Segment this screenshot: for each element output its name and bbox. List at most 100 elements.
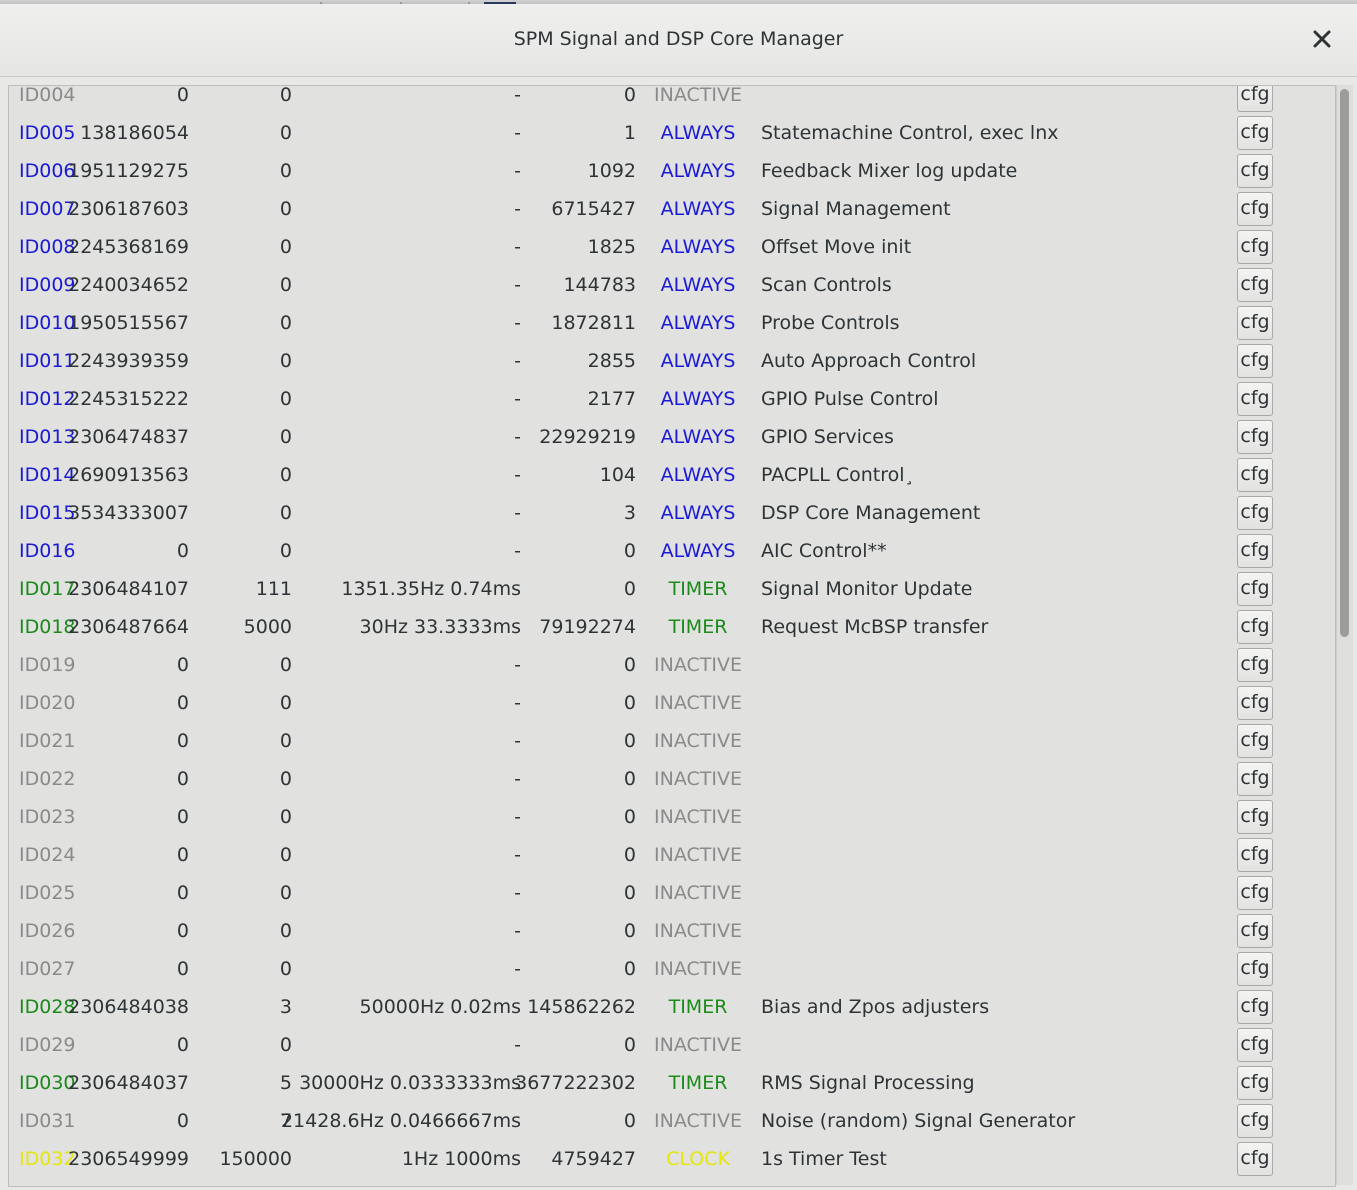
signal-exec-count: 144783 [563,274,636,296]
cfg-button[interactable]: cfg [1237,306,1273,340]
signal-id: ID010 [19,312,76,334]
cfg-button[interactable]: cfg [1237,230,1273,264]
signal-exec-count: 2177 [587,388,636,410]
signal-frequency: - [514,882,521,904]
cfg-button[interactable]: cfg [1237,1142,1273,1176]
signal-mode: ALWAYS [660,502,736,524]
cfg-button[interactable]: cfg [1237,686,1273,720]
cfg-button[interactable]: cfg [1237,496,1273,530]
signal-interval: 0 [279,85,292,106]
cfg-button[interactable]: cfg [1237,762,1273,796]
signal-frequency: - [514,388,521,410]
signal-counter: 2306187603 [68,198,189,220]
signal-interval: 0 [279,692,292,714]
signal-exec-count: 0 [623,1034,636,1056]
signal-description: RMS Signal Processing [761,1072,975,1094]
cfg-button[interactable]: cfg [1237,572,1273,606]
signal-id: ID025 [19,882,76,904]
signal-mode: INACTIVE [654,958,742,980]
signal-description: Noise (random) Signal Generator [761,1110,1076,1132]
signal-frequency: - [514,85,521,106]
cfg-button[interactable]: cfg [1237,914,1273,948]
signal-description: AIC Control** [761,540,887,562]
table-row: ID021 0 0 - 0 INACTIVE cfg [9,722,1335,760]
signal-counter: 1951129275 [68,160,189,182]
cfg-button[interactable]: cfg [1237,154,1273,188]
cfg-button[interactable]: cfg [1237,86,1273,112]
signal-id: ID021 [19,730,76,752]
cfg-button[interactable]: cfg [1237,990,1273,1024]
cfg-button[interactable]: cfg [1237,724,1273,758]
cfg-button[interactable]: cfg [1237,420,1273,454]
signal-exec-count: 22929219 [539,426,636,448]
signal-exec-count: 2855 [587,350,636,372]
cfg-button[interactable]: cfg [1237,1066,1273,1100]
signal-frequency: - [514,692,521,714]
signal-mode: INACTIVE [654,920,742,942]
signal-interval: 0 [279,198,292,220]
signal-mode: ALWAYS [660,540,736,562]
signal-frequency: - [514,920,521,942]
signal-counter: 138186054 [80,122,189,144]
signal-exec-count: 145862262 [527,996,636,1018]
cfg-button[interactable]: cfg [1237,116,1273,150]
cfg-button[interactable]: cfg [1237,344,1273,378]
table-row: ID012 2245315222 0 - 2177 ALWAYS GPIO Pulse Co… [9,380,1335,418]
cfg-button[interactable]: cfg [1237,800,1273,834]
cfg-button[interactable]: cfg [1237,458,1273,492]
cfg-button[interactable]: cfg [1237,268,1273,302]
table-row: ID015 3534333007 0 - 3 ALWAYS DSP Core Managem… [9,494,1335,532]
table-row: ID028 2306484038 3 50000Hz 0.02ms 145862262 T… [9,988,1335,1026]
cfg-button[interactable]: cfg [1237,192,1273,226]
signal-exec-count: 0 [623,958,636,980]
cfg-button[interactable]: cfg [1237,382,1273,416]
signal-frequency: - [514,844,521,866]
signal-frequency: - [514,198,521,220]
signal-mode: INACTIVE [654,768,742,790]
cfg-button[interactable]: cfg [1237,610,1273,644]
signal-counter: 0 [176,654,189,676]
cfg-button[interactable]: cfg [1237,952,1273,986]
signal-exec-count: 0 [623,654,636,676]
close-button[interactable] [1309,26,1335,52]
signal-id: ID031 [19,1110,76,1132]
signal-exec-count: 1825 [587,236,636,258]
signal-frequency: - [514,502,521,524]
signal-frequency: - [514,540,521,562]
signal-id: ID012 [19,388,76,410]
dialog-window: SPM Signal and DSP Core Manager ID004 0 0 -… [0,0,1357,1190]
signal-description: PACPLL Control¸ [761,464,915,486]
cfg-button[interactable]: cfg [1237,648,1273,682]
table-row: ID030 2306484037 5 30000Hz 0.0333333ms 36772… [9,1064,1335,1102]
signal-description: Statemachine Control, exec lnx [761,122,1059,144]
signal-frequency: - [514,426,521,448]
signal-frequency: - [514,350,521,372]
signal-mode: TIMER [668,996,728,1018]
cfg-button[interactable]: cfg [1237,534,1273,568]
signal-id: ID013 [19,426,76,448]
signal-mode: TIMER [668,578,728,600]
signal-exec-count: 79192274 [539,616,636,638]
signal-mode: INACTIVE [654,844,742,866]
scrollbar-thumb[interactable] [1340,89,1349,637]
signal-id: ID005 [19,122,76,144]
signal-counter: 2306549999 [68,1148,189,1170]
cfg-button[interactable]: cfg [1237,1028,1273,1062]
signal-exec-count: 0 [623,730,636,752]
table-row: ID006 1951129275 0 - 1092 ALWAYS Feedback Mixe… [9,152,1335,190]
table-row: ID020 0 0 - 0 INACTIVE cfg [9,684,1335,722]
table-row: ID024 0 0 - 0 INACTIVE cfg [9,836,1335,874]
vertical-scrollbar[interactable] [1336,85,1353,1185]
table-row: ID005 138186054 0 - 1 ALWAYS Statemachine Cont… [9,114,1335,152]
signal-frequency: 1351.35Hz 0.74ms [341,578,521,600]
signal-id: ID022 [19,768,76,790]
cfg-button[interactable]: cfg [1237,1104,1273,1138]
cfg-button[interactable]: cfg [1237,838,1273,872]
signal-id: ID027 [19,958,76,980]
signal-frequency: - [514,1034,521,1056]
signal-frequency: - [514,730,521,752]
signal-exec-count: 0 [623,844,636,866]
signal-mode: INACTIVE [654,654,742,676]
table-row: ID010 1950515567 0 - 1872811 ALWAYS Probe Cont… [9,304,1335,342]
cfg-button[interactable]: cfg [1237,876,1273,910]
